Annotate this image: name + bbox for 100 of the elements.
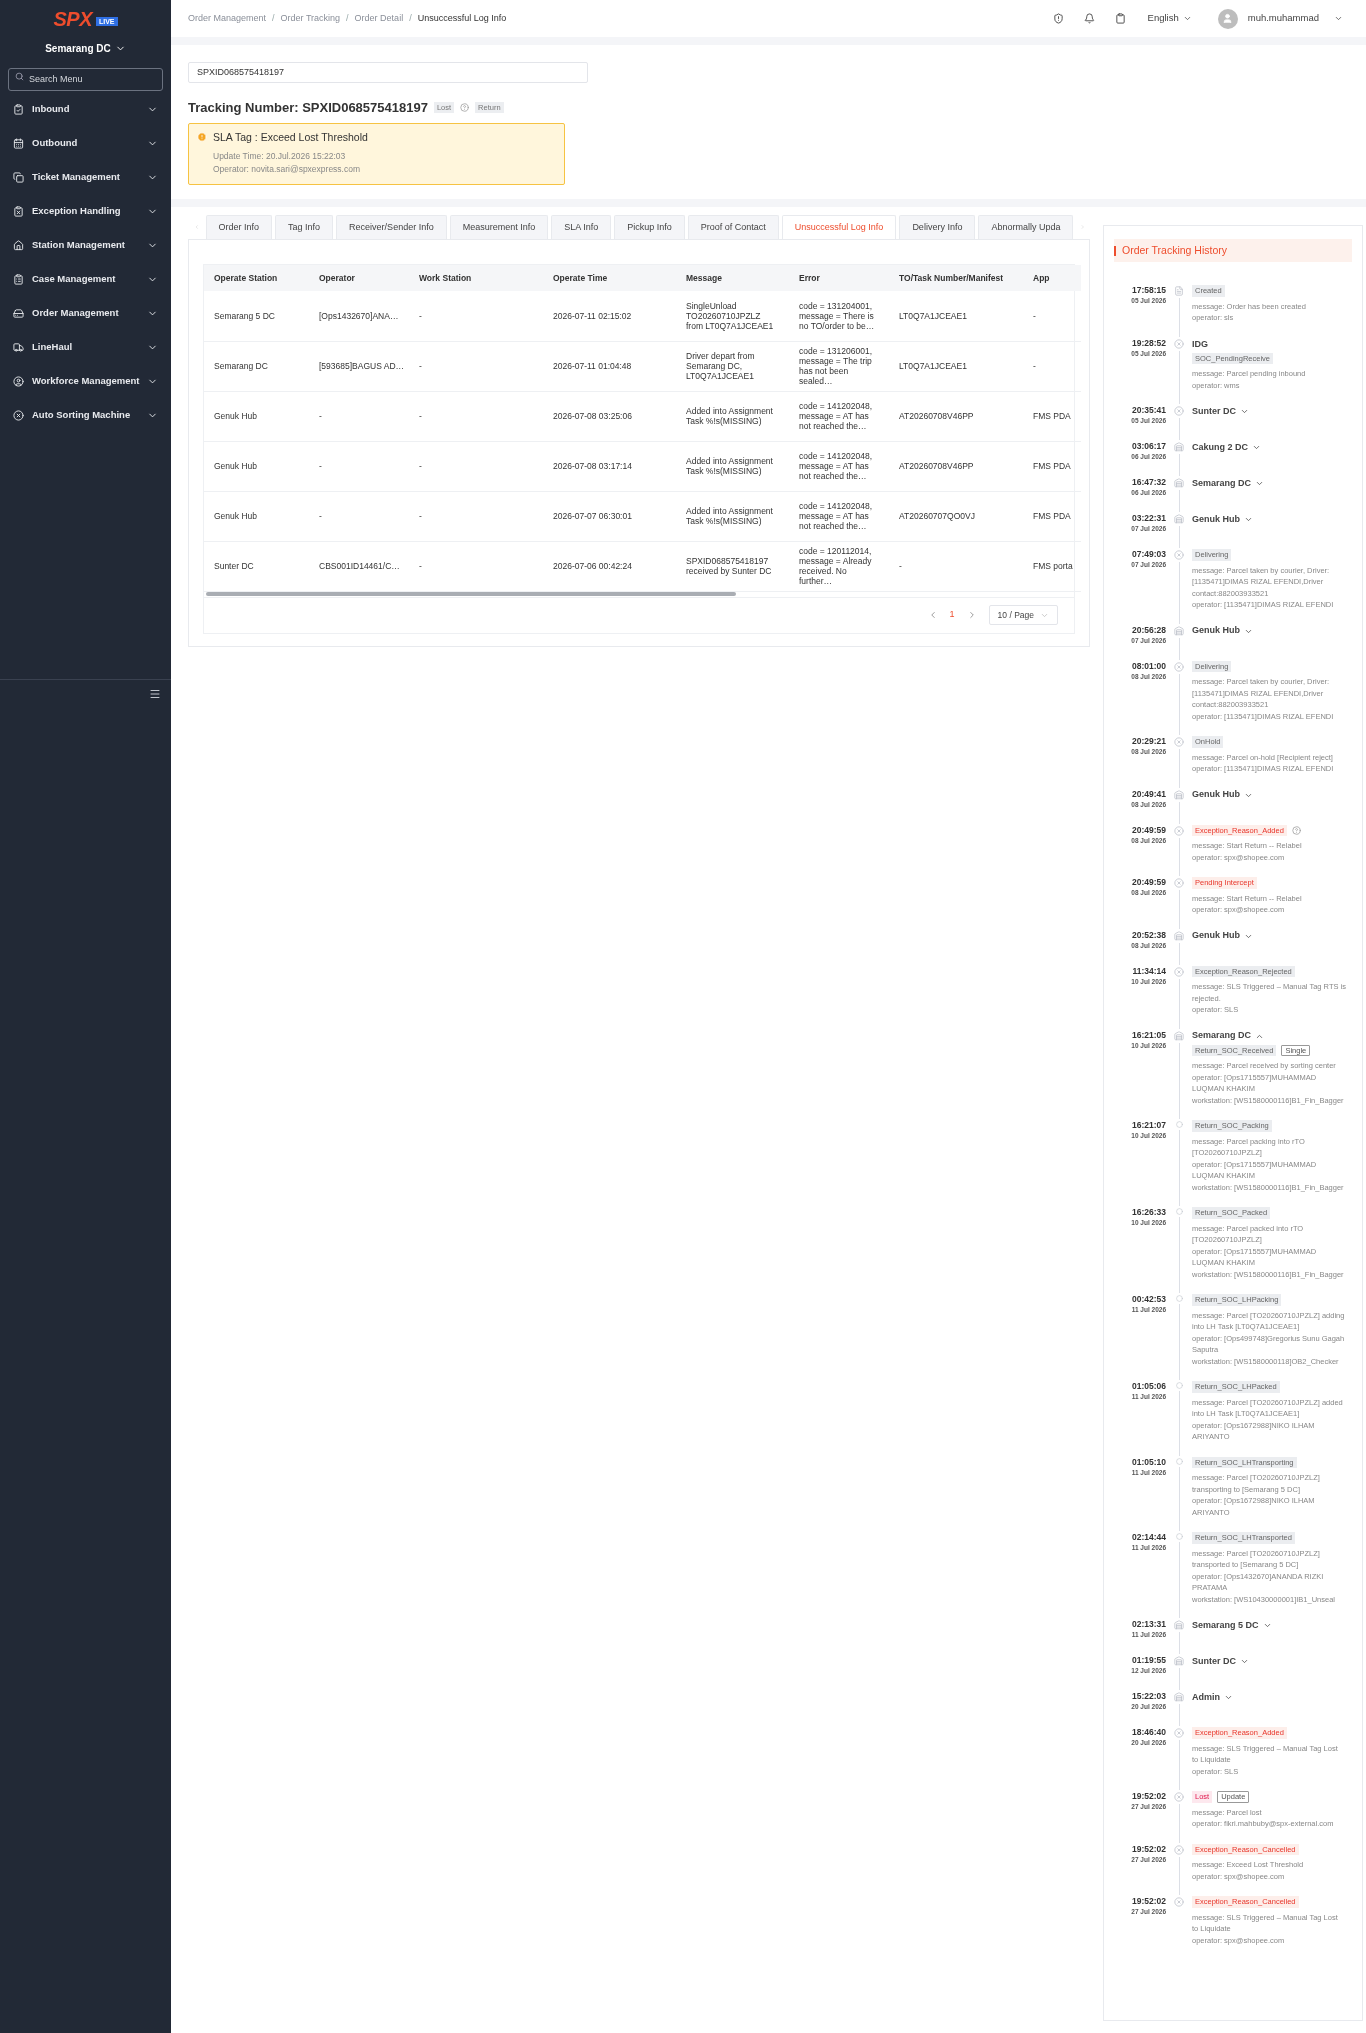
tab[interactable]: Pickup Info xyxy=(614,215,685,239)
table-cell: Added into Assignment Task %!s(MISSING) xyxy=(676,491,789,541)
event-time: 00:42:53 xyxy=(1131,1294,1166,1305)
sidebar-menu-item[interactable]: Ticket Management xyxy=(0,160,171,195)
station-toggle[interactable]: Sunter DC xyxy=(1192,1654,1346,1669)
station-toggle[interactable]: Genuk Hub xyxy=(1192,623,1346,639)
cross-circle-icon xyxy=(1174,1897,1184,1907)
event-time: 19:28:52 xyxy=(1131,337,1166,349)
page-size-select[interactable]: 10 / Page xyxy=(988,605,1058,625)
table-cell: FMS porta xyxy=(1023,541,1081,591)
document-icon xyxy=(1174,286,1184,296)
language-selector[interactable]: English xyxy=(1147,11,1192,26)
event-time: 20:29:21 xyxy=(1131,736,1166,747)
event-time: 16:26:33 xyxy=(1131,1207,1166,1218)
station-toggle[interactable]: Sunter DC xyxy=(1192,404,1346,419)
tab[interactable]: Proof of Contact xyxy=(687,215,779,239)
shield-alert-icon[interactable] xyxy=(1052,13,1064,24)
table-cell: AT20260708V46PP xyxy=(889,441,1023,491)
search-menu-field[interactable]: Search Menu xyxy=(8,67,163,91)
sidebar-menu-item[interactable]: LineHaul xyxy=(0,330,171,365)
station-toggle[interactable]: Semarang DC xyxy=(1192,1028,1346,1044)
tab[interactable]: Order Info xyxy=(205,215,273,239)
event-time: 20:49:41 xyxy=(1131,788,1166,800)
circle-icon xyxy=(1175,1457,1183,1465)
cross-circle-icon xyxy=(1174,737,1184,747)
cross-circle-icon xyxy=(1174,550,1184,560)
station-toggle[interactable]: Genuk Hub xyxy=(1192,787,1346,803)
event-time: 01:19:55 xyxy=(1131,1655,1166,1666)
station-selector[interactable]: Semarang DC xyxy=(45,41,126,56)
station-toggle[interactable]: Admin xyxy=(1192,1690,1346,1705)
table-cell: FMS PDA xyxy=(1023,441,1081,491)
cross-circle-icon xyxy=(1174,661,1184,672)
column-header: App xyxy=(1023,265,1081,291)
history-title: Order Tracking History xyxy=(1122,242,1228,258)
sidebar-menu-item[interactable]: Case Management xyxy=(0,262,171,297)
sidebar-menu-item[interactable]: Outbound xyxy=(0,126,171,161)
event-time: 15:22:03 xyxy=(1131,1691,1166,1702)
user-icon xyxy=(1222,13,1234,24)
sidebar-menu-item[interactable]: Exception Handling xyxy=(0,194,171,229)
tracking-search-field[interactable]: SPXID068575418197 xyxy=(188,61,588,83)
bell-icon[interactable] xyxy=(1083,13,1095,24)
tab[interactable]: Delivery Info xyxy=(899,215,976,239)
station-toggle[interactable]: Genuk Hub xyxy=(1192,928,1346,944)
help-icon[interactable] xyxy=(460,102,470,112)
user-circle-icon xyxy=(13,376,24,387)
table-cell: Sunter DC xyxy=(204,541,309,591)
station-toggle[interactable]: Semarang 5 DC xyxy=(1192,1618,1346,1633)
avatar[interactable] xyxy=(1217,8,1238,29)
event-time: 20:49:59 xyxy=(1131,824,1166,836)
breadcrumb-item: Unsuccessful Log Info xyxy=(417,11,507,25)
event-time: 07:49:03 xyxy=(1131,549,1166,560)
sidebar-menu-item[interactable]: Inbound xyxy=(0,92,171,127)
sidebar-menu-item[interactable]: Station Management xyxy=(0,228,171,263)
event-title: IDG xyxy=(1192,337,1209,351)
breadcrumb-item[interactable]: Order Tracking xyxy=(280,11,341,26)
tab[interactable]: Unsuccessful Log Info xyxy=(781,215,897,239)
sidebar-menu-item[interactable]: Order Management xyxy=(0,296,171,331)
station-toggle[interactable]: Genuk Hub xyxy=(1192,512,1346,527)
cross-circle-icon xyxy=(1174,406,1184,416)
sidebar-menu-item[interactable]: Auto Sorting Machine xyxy=(0,398,171,433)
sidebar-menu-item[interactable]: Workforce Management xyxy=(0,364,171,399)
tab[interactable]: Abnormally Upda xyxy=(978,215,1074,239)
table-cell: code = 131204001, message = There is no TO/order to be… xyxy=(789,291,889,341)
help-icon[interactable] xyxy=(1291,825,1301,835)
user-name[interactable]: muh.muhammad xyxy=(1247,11,1319,26)
circle-icon xyxy=(1175,1121,1183,1128)
breadcrumb-item[interactable]: Order Management xyxy=(188,11,267,26)
table-cell: - xyxy=(409,541,543,591)
breadcrumb-item[interactable]: Order Detail xyxy=(354,11,404,26)
scrollbar-thumb[interactable] xyxy=(206,591,736,596)
menu-icon[interactable] xyxy=(149,687,161,700)
logo: SPX xyxy=(53,9,92,29)
cross-circle-icon xyxy=(1174,966,1184,977)
circle-icon xyxy=(1175,1295,1183,1302)
warehouse-icon xyxy=(1174,1620,1184,1630)
table-cell: - xyxy=(309,441,409,491)
station-toggle[interactable]: Cakung 2 DC xyxy=(1192,440,1346,455)
tab[interactable]: SLA Info xyxy=(551,215,612,239)
table-cell: [Ops1432670]ANA… xyxy=(309,291,409,341)
table-cell: 2026-07-07 06:30:01 xyxy=(543,491,676,541)
chevron-down-icon[interactable] xyxy=(1334,14,1343,23)
table-cell: - xyxy=(409,341,543,391)
cross-circle-icon xyxy=(13,410,24,421)
column-header: Error xyxy=(789,265,889,291)
home-icon xyxy=(13,240,24,251)
station-toggle[interactable]: Semarang DC xyxy=(1192,476,1346,491)
cross-circle-icon xyxy=(1174,825,1184,836)
tab[interactable]: Measurement Info xyxy=(449,215,549,239)
page-number[interactable]: 1 xyxy=(949,608,955,622)
column-header: Operate Station xyxy=(204,265,309,291)
clipboard-icon[interactable] xyxy=(1114,13,1126,24)
tab[interactable]: Receiver/Sender Info xyxy=(336,215,447,239)
calendar-icon xyxy=(13,138,24,149)
cross-circle-icon xyxy=(1174,1728,1184,1738)
circle-icon xyxy=(1175,1382,1183,1389)
warehouse-icon xyxy=(1174,1030,1184,1041)
circle-icon xyxy=(1175,1533,1183,1540)
tab[interactable]: Tag Info xyxy=(275,215,334,239)
table-cell: - xyxy=(409,391,543,441)
warehouse-icon xyxy=(1174,789,1184,800)
